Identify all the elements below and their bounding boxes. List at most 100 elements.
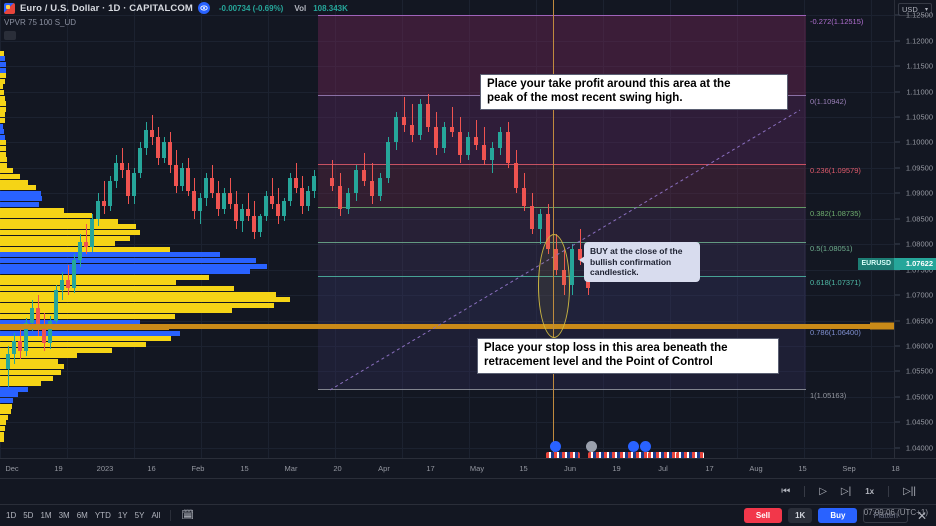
timeframe-all[interactable]: All [151,511,160,520]
price-tick-label: 1.04000 [905,443,933,453]
quantity-button[interactable]: 1K [788,508,813,523]
chart-pane[interactable]: -0.272(1.12515) 0(1.10942) 0.236(1.09579) 0… [0,0,894,458]
price-tick-label: 1.08500 [905,214,933,224]
timeframe-3m[interactable]: 3M [59,511,70,520]
entry-highlight-ellipse[interactable] [538,234,570,338]
price-tick-mark [895,447,900,449]
price-tick-label: 1.06500 [905,316,933,326]
legend-collapse-button[interactable] [4,31,16,40]
timeframe-6m[interactable]: 6M [77,511,88,520]
annotation-take-profit: Place your take profit around this area … [480,74,788,110]
price-tick-label: 1.12500 [905,10,933,20]
price-tick-mark [895,243,900,245]
time-tick-label: 15 [519,464,528,473]
annotation-buy-entry: BUY at the close of the bullish confirmat… [579,242,700,282]
price-tick-mark [895,65,900,67]
replay-toolbar: ⏮ ▷ ▷| 1x ▷|| [0,478,936,504]
price-tick-mark [895,141,900,143]
time-tick-label: Jul [658,464,668,473]
jump-to-start-icon[interactable]: ⏮ [781,486,790,497]
time-tick-label: 18 [891,464,900,473]
time-tick-label: Mar [284,464,298,473]
current-price-badge[interactable]: 1.07622 [894,257,936,270]
price-tick-label: 1.09500 [905,163,933,173]
sell-button[interactable]: Sell [743,508,783,523]
time-tick-label: May [469,464,485,473]
price-tick-mark [895,370,900,372]
time-tick-label: 15 [240,464,249,473]
order-dot-muted[interactable] [586,441,597,452]
time-axis[interactable]: Dec 19 2023 16 Feb 15 Mar 20 Apr 17 May 15 Jun 19 Jul 1… [0,458,936,478]
trend-line[interactable] [0,0,894,458]
tradingview-chart-app: -0.272(1.12515) 0(1.10942) 0.236(1.09579) 0… [0,0,936,526]
volume-label: Vol [294,3,307,13]
volume-value: 108.343K [313,3,348,13]
order-dot[interactable] [640,441,651,452]
price-tick-mark [895,14,900,16]
price-tick-label: 1.10500 [905,112,933,122]
time-tick-label: Sep [842,464,856,473]
price-tick-label: 1.11000 [906,87,933,97]
replay-speed[interactable]: 1x [865,487,874,496]
symbol-title[interactable]: Euro / U.S. Dollar · 1D · CAPITALCOM [20,3,193,14]
visibility-eye-icon[interactable] [197,2,210,14]
time-tick-label: Apr [378,464,390,473]
price-tick-label: 1.11500 [906,61,933,71]
price-tick-mark [895,396,900,398]
time-tick-label: 19 [54,464,63,473]
time-tick-label: 2023 [96,464,114,473]
play-icon[interactable]: ▷ [819,486,827,497]
price-tick-mark [895,167,900,169]
price-tick-label: 1.09000 [905,188,933,198]
order-dot[interactable] [550,441,561,452]
time-tick-label: 17 [705,464,714,473]
timeframe-group[interactable]: 1D 5D 1M 3M 6M YTD 1Y 5Y All [6,511,160,520]
time-tick-label: Jun [563,464,577,473]
time-tick-label: 16 [147,464,156,473]
time-tick-label: Dec [5,464,19,473]
symbol-logo-icon [4,2,15,14]
timeframe-1d[interactable]: 1D [6,511,16,520]
price-tick-mark [895,218,900,220]
price-tick-mark [895,40,900,42]
price-tick-label: 1.12000 [905,36,933,46]
price-tick-mark [895,294,900,296]
current-price-symbol-tag: EURUSD [858,257,894,270]
price-tick-label: 1.08000 [905,239,933,249]
time-tick-label: 20 [333,464,342,473]
price-tick-label: 1.05000 [905,392,933,402]
buy-button[interactable]: Buy [818,508,858,523]
price-axis[interactable]: USD ▾ 1.12500 1.12000 1.11500 1.11000 1.1050… [894,0,936,458]
price-tick-mark [895,345,900,347]
price-tick-label: 1.04500 [905,417,933,427]
price-tick-label: 1.07000 [905,290,933,300]
calendar-icon[interactable]: 🗓 [181,510,194,521]
time-tick-label: 17 [426,464,435,473]
order-dot[interactable] [628,441,639,452]
timeframe-1m[interactable]: 1M [40,511,51,520]
point-of-control-tag [870,322,894,330]
price-change: -0.00734 (-0.69%) [218,3,284,13]
timeframe-5d[interactable]: 5D [23,511,33,520]
price-tick-label: 1.05500 [905,366,933,376]
timeframe-ytd[interactable]: YTD [95,511,111,520]
vertical-crosshair-line [553,0,554,458]
clock: 07:09:06 (UTC+1) [863,508,928,517]
price-tick-mark [895,116,900,118]
step-forward-icon[interactable]: ▷| [841,486,851,497]
price-tick-label: 1.06000 [905,341,933,351]
indicator-legend[interactable]: VPVR 75 100 S_UD [4,17,348,28]
price-tick-label: 1.10000 [905,137,933,147]
price-tick-mark [895,192,900,194]
price-tick-mark [895,91,900,93]
toolbar-divider-3 [170,510,172,521]
time-tick-label: 19 [612,464,621,473]
annotation-stop-loss: Place your stop loss in this area beneat… [477,338,779,374]
price-tick-mark [895,320,900,322]
jump-to-end-icon[interactable]: ▷|| [903,486,916,497]
time-tick-label: Feb [191,464,205,473]
timeframe-1y[interactable]: 1Y [118,511,128,520]
price-tick-mark [895,421,900,423]
timeframe-5y[interactable]: 5Y [135,511,145,520]
time-tick-label: Aug [749,464,763,473]
